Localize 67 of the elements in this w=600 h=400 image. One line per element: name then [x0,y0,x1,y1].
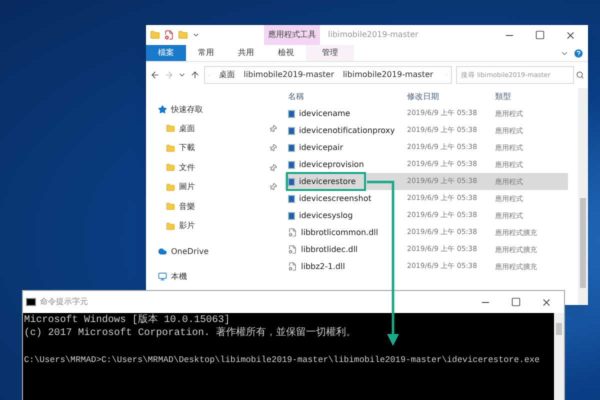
ribbon-tab[interactable]: 常用 [186,45,226,61]
ribbon-tab[interactable]: 檢視 [266,45,306,61]
file-name: libbrotlicommon.dll [301,226,378,238]
file-name: idevicerestore [299,176,356,188]
file-name: idevicename [299,108,350,120]
maximize-icon[interactable] [511,297,521,307]
maximize-icon[interactable] [535,30,545,40]
console-line: (c) 2017 Microsoft Corporation. 著作權所有，並保留一切權利。 [24,327,358,340]
application-icon [288,144,295,152]
sidebar-item[interactable]: 音樂 [146,197,285,216]
file-name: libbz2-1.dll [301,260,345,272]
context-tab-label: 應用程式工具 [264,25,320,45]
breadcrumb[interactable]: libimobile2019-master [244,69,334,81]
file-name: idevicescreenshot [299,192,372,204]
library-file-icon [288,228,297,237]
scrollbar[interactable] [554,313,564,400]
search-icon[interactable] [576,71,584,79]
sidebar-item[interactable]: 影片 [146,216,285,236]
sidebar-item[interactable]: 快速存取 [146,100,285,119]
up-icon[interactable] [190,70,200,80]
application-icon [288,178,295,186]
sidebar-item[interactable]: 桌面 [146,119,285,138]
help-icon[interactable] [573,48,584,58]
application-icon [288,110,295,118]
back-icon[interactable] [150,70,160,80]
ribbon-tab[interactable]: 共用 [226,45,266,61]
library-file-icon [288,245,297,254]
breadcrumb[interactable]: 桌面 [218,69,235,81]
sidebar-item[interactable]: 本機 [146,267,285,286]
pin-icon[interactable] [267,123,279,134]
window-title: libimobile2019-master [328,29,420,41]
console-icon [26,298,36,306]
file-name: ideviceprovision [299,158,364,170]
sidebar-item[interactable]: 文件 [146,158,285,178]
close-icon[interactable] [541,296,552,308]
ribbon-tab[interactable]: 管理 [306,45,354,61]
star-icon [158,105,167,114]
column-header[interactable]: 修改日期 [407,90,495,102]
recent-icon[interactable] [178,71,186,79]
scrollbar[interactable] [578,88,588,305]
file-name: idevicepair [299,142,343,154]
pin-icon[interactable] [267,182,279,193]
ribbon-tab[interactable]: 檔案 [146,45,186,61]
computer-icon [158,272,167,281]
file-name: idevicenotificationproxy [299,124,395,136]
sidebar-item[interactable]: 下載 [146,138,285,158]
console-line: C:\Users\MRMAD>C:\Users\MRMAD\Desktop\libimobile2019-master\libimobile2019-master\idevicerestore.exe [24,354,541,367]
pin-icon[interactable] [267,162,279,174]
sidebar-item[interactable]: OneDrive [146,242,285,261]
file-name: idevicesyslog [299,210,353,222]
window-title: 命令提示字元 [40,296,89,308]
application-icon [288,194,295,202]
application-icon [288,126,295,134]
sidebar-item[interactable]: 圖片 [146,178,285,197]
address-bar[interactable]: 桌面 libimobile2019-master libimobile2019-master [204,66,452,84]
library-file-icon [288,262,297,271]
breadcrumb[interactable]: libimobile2019-master [342,69,434,81]
application-icon [288,212,295,220]
close-icon[interactable] [565,30,576,40]
application-icon [288,160,295,168]
properties-icon[interactable] [164,30,174,40]
pin-icon[interactable] [267,142,279,154]
column-header[interactable]: 名稱 [285,90,407,102]
file-name: libbrotlidec.dll [301,244,358,256]
console-line: Microsoft Windows [版本 10.0.15063] [24,314,232,326]
cloud-icon [158,247,167,256]
column-header[interactable]: 類型 [495,90,511,102]
